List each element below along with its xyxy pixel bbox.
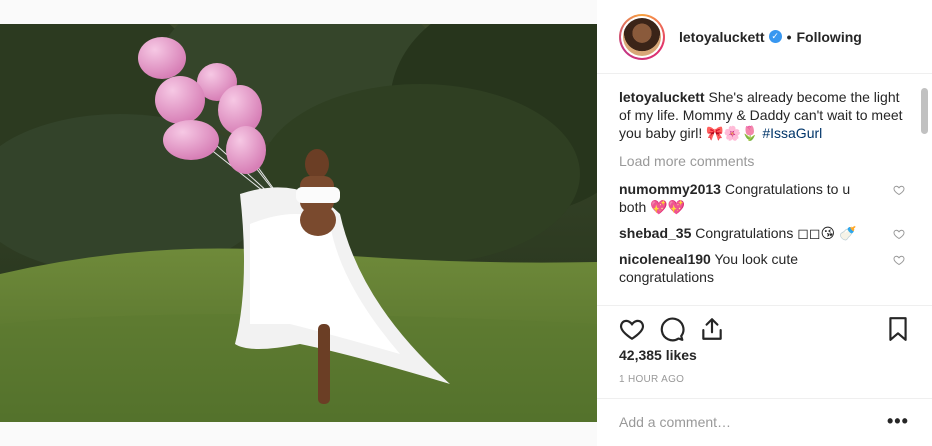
more-options-button[interactable]: ••• bbox=[887, 411, 909, 432]
post-side-panel: letoyaluckett ✓ • Following letoyalucket… bbox=[597, 0, 932, 446]
post-header: letoyaluckett ✓ • Following bbox=[597, 0, 932, 74]
avatar[interactable] bbox=[619, 13, 665, 60]
comment-item: nicoleneal190 You look cute congratulati… bbox=[619, 250, 909, 286]
add-comment-input[interactable] bbox=[619, 413, 869, 431]
action-bar bbox=[597, 305, 932, 351]
comment-username[interactable]: nicoleneal190 bbox=[619, 251, 711, 267]
post-timestamp[interactable]: 1 HOUR AGO bbox=[619, 374, 684, 385]
caption-hashtag[interactable]: #IssaGurl bbox=[762, 125, 822, 141]
likes-count[interactable]: 42,385 likes bbox=[619, 347, 697, 363]
verified-badge-icon: ✓ bbox=[768, 30, 782, 43]
comment-text: Congratulations ◻◻😘 🍼 bbox=[695, 225, 857, 241]
photo-area bbox=[0, 0, 597, 446]
share-upload-icon[interactable] bbox=[699, 316, 725, 342]
like-heart-icon[interactable] bbox=[619, 316, 645, 342]
add-comment-section: ••• bbox=[597, 398, 932, 446]
comment-item: shebad_35 Congratulations ◻◻😘 🍼 bbox=[619, 224, 909, 242]
caption-username[interactable]: letoyaluckett bbox=[619, 89, 705, 105]
post-image bbox=[0, 24, 597, 422]
separator-dot: • bbox=[786, 28, 792, 45]
bookmark-save-icon[interactable] bbox=[885, 316, 911, 342]
like-comment-heart-icon[interactable] bbox=[893, 228, 905, 240]
comment-item: numommy2013 Congratulations to u both 💖💖 bbox=[619, 180, 909, 216]
header-user: letoyaluckett ✓ • Following bbox=[679, 29, 862, 45]
like-comment-heart-icon[interactable] bbox=[893, 184, 905, 196]
scrollbar-thumb[interactable] bbox=[921, 88, 928, 134]
load-more-comments-button[interactable]: Load more comments bbox=[619, 152, 909, 170]
post-photo[interactable] bbox=[0, 24, 597, 422]
comment-username[interactable]: numommy2013 bbox=[619, 181, 721, 197]
username-link[interactable]: letoyaluckett bbox=[679, 29, 765, 45]
comment-bubble-icon[interactable] bbox=[659, 316, 685, 342]
following-button[interactable]: Following bbox=[797, 29, 862, 45]
comments-list[interactable]: letoyaluckett She's already become the l… bbox=[619, 88, 909, 304]
comment-username[interactable]: shebad_35 bbox=[619, 225, 691, 241]
like-comment-heart-icon[interactable] bbox=[893, 254, 905, 266]
caption: letoyaluckett She's already become the l… bbox=[619, 88, 909, 142]
comments-scrollbar[interactable] bbox=[921, 84, 929, 304]
